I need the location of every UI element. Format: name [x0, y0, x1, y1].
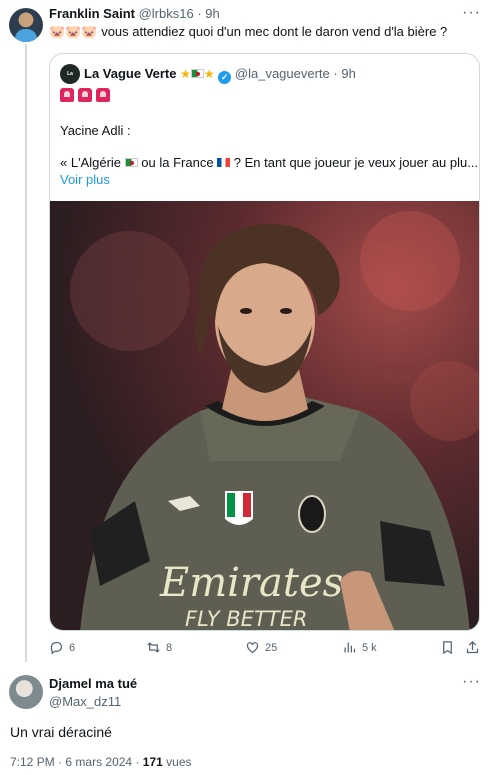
separator-dot: ·	[333, 66, 338, 81]
siren-icon	[96, 88, 110, 102]
reply-author-name[interactable]: Djamel ma tué	[49, 676, 137, 691]
bookmark-icon	[443, 641, 452, 655]
like-button[interactable]: 25	[245, 640, 277, 655]
siren-emoji-row	[60, 88, 110, 102]
reply-meta: 7:12 PM · 6 mars 2024 · 171 vues	[10, 755, 192, 769]
reply-views-count: 171	[142, 755, 163, 769]
quote-text-segment: ou la France	[141, 155, 214, 170]
algeria-flag-icon	[124, 158, 138, 167]
quote-text-line1: Yacine Adli :	[60, 123, 131, 138]
reply-time[interactable]: 7:12 PM	[10, 755, 55, 769]
tweet-time[interactable]: 9h	[205, 6, 219, 21]
siren-icon	[78, 88, 92, 102]
player-photo[interactable]: Emirates FLY BETTER	[50, 201, 479, 631]
verified-icon: ✓	[218, 71, 232, 84]
tweet-text: 🐷🐷🐷 vous attendiez quoi d'un mec dont le…	[49, 24, 447, 40]
quote-avatar[interactable]: La Vague	[60, 64, 80, 97]
views-button[interactable]: 5 k	[342, 640, 377, 655]
avatar[interactable]	[9, 8, 43, 42]
separator-dot: ·	[135, 755, 143, 769]
tweet-header: Franklin Saint @lrbks16 · 9h	[49, 6, 220, 21]
tweet-body: vous attendiez quoi d'un mec dont le dar…	[101, 24, 448, 39]
pig-emoji: 🐷🐷🐷	[49, 24, 98, 39]
star-icon: ★	[203, 67, 215, 81]
thread-line	[25, 44, 27, 662]
reply-author-handle[interactable]: @Max_dz11	[49, 694, 121, 709]
author-handle[interactable]: @lrbks16	[139, 6, 194, 21]
quote-text-segment: « L'Algérie	[60, 155, 122, 170]
quote-text-segment: ? En tant que joueur je veux jouer au pl…	[233, 155, 479, 170]
quote-text-line2: « L'Algérie ou la France ? En tant que j…	[60, 155, 478, 170]
quoted-tweet[interactable]: La Vague La Vague Verte ★ ★ ✓ @la_vagueve…	[49, 53, 480, 631]
retweet-icon	[147, 642, 160, 653]
player-illustration: Emirates FLY BETTER	[70, 211, 479, 631]
quote-author-name[interactable]: La Vague Verte	[84, 66, 177, 81]
bookmark-button[interactable]	[440, 640, 455, 655]
share-button[interactable]	[465, 640, 480, 655]
views-icon	[344, 642, 356, 653]
like-icon	[246, 642, 259, 654]
views-count: 5 k	[362, 641, 377, 654]
reply-date[interactable]: 6 mars 2024	[65, 755, 132, 769]
retweet-count: 8	[166, 641, 173, 654]
reply-count: 6	[69, 641, 76, 654]
reply-icon	[50, 641, 63, 655]
france-flag-icon	[217, 158, 231, 167]
share-icon	[466, 640, 479, 654]
algeria-flag-icon	[190, 69, 204, 78]
author-name[interactable]: Franklin Saint	[49, 6, 135, 21]
like-count: 25	[265, 641, 278, 654]
retweet-button[interactable]: 8	[146, 640, 172, 655]
siren-icon	[60, 88, 74, 102]
separator-dot: ·	[197, 6, 202, 21]
reply-views-label: vues	[166, 755, 192, 769]
quote-time[interactable]: 9h	[341, 66, 355, 81]
more-icon[interactable]: ···	[462, 4, 481, 22]
quote-header: La Vague Verte ★ ★ ✓ @la_vagueverte · 9h	[84, 66, 356, 84]
more-icon[interactable]: ···	[462, 673, 481, 691]
show-more-link[interactable]: Voir plus	[60, 172, 110, 187]
reply-text: Un vrai déraciné	[10, 724, 112, 740]
reply-button[interactable]: 6	[49, 640, 75, 655]
jersey-sponsor-tagline: FLY BETTER	[185, 607, 307, 631]
quote-author-handle[interactable]: @la_vagueverte	[235, 66, 330, 81]
star-icon: ★	[180, 67, 191, 81]
tweet-actions: 6 8 25 5 k	[49, 640, 480, 658]
avatar[interactable]	[9, 675, 43, 709]
jersey-sponsor: Emirates	[159, 560, 343, 606]
